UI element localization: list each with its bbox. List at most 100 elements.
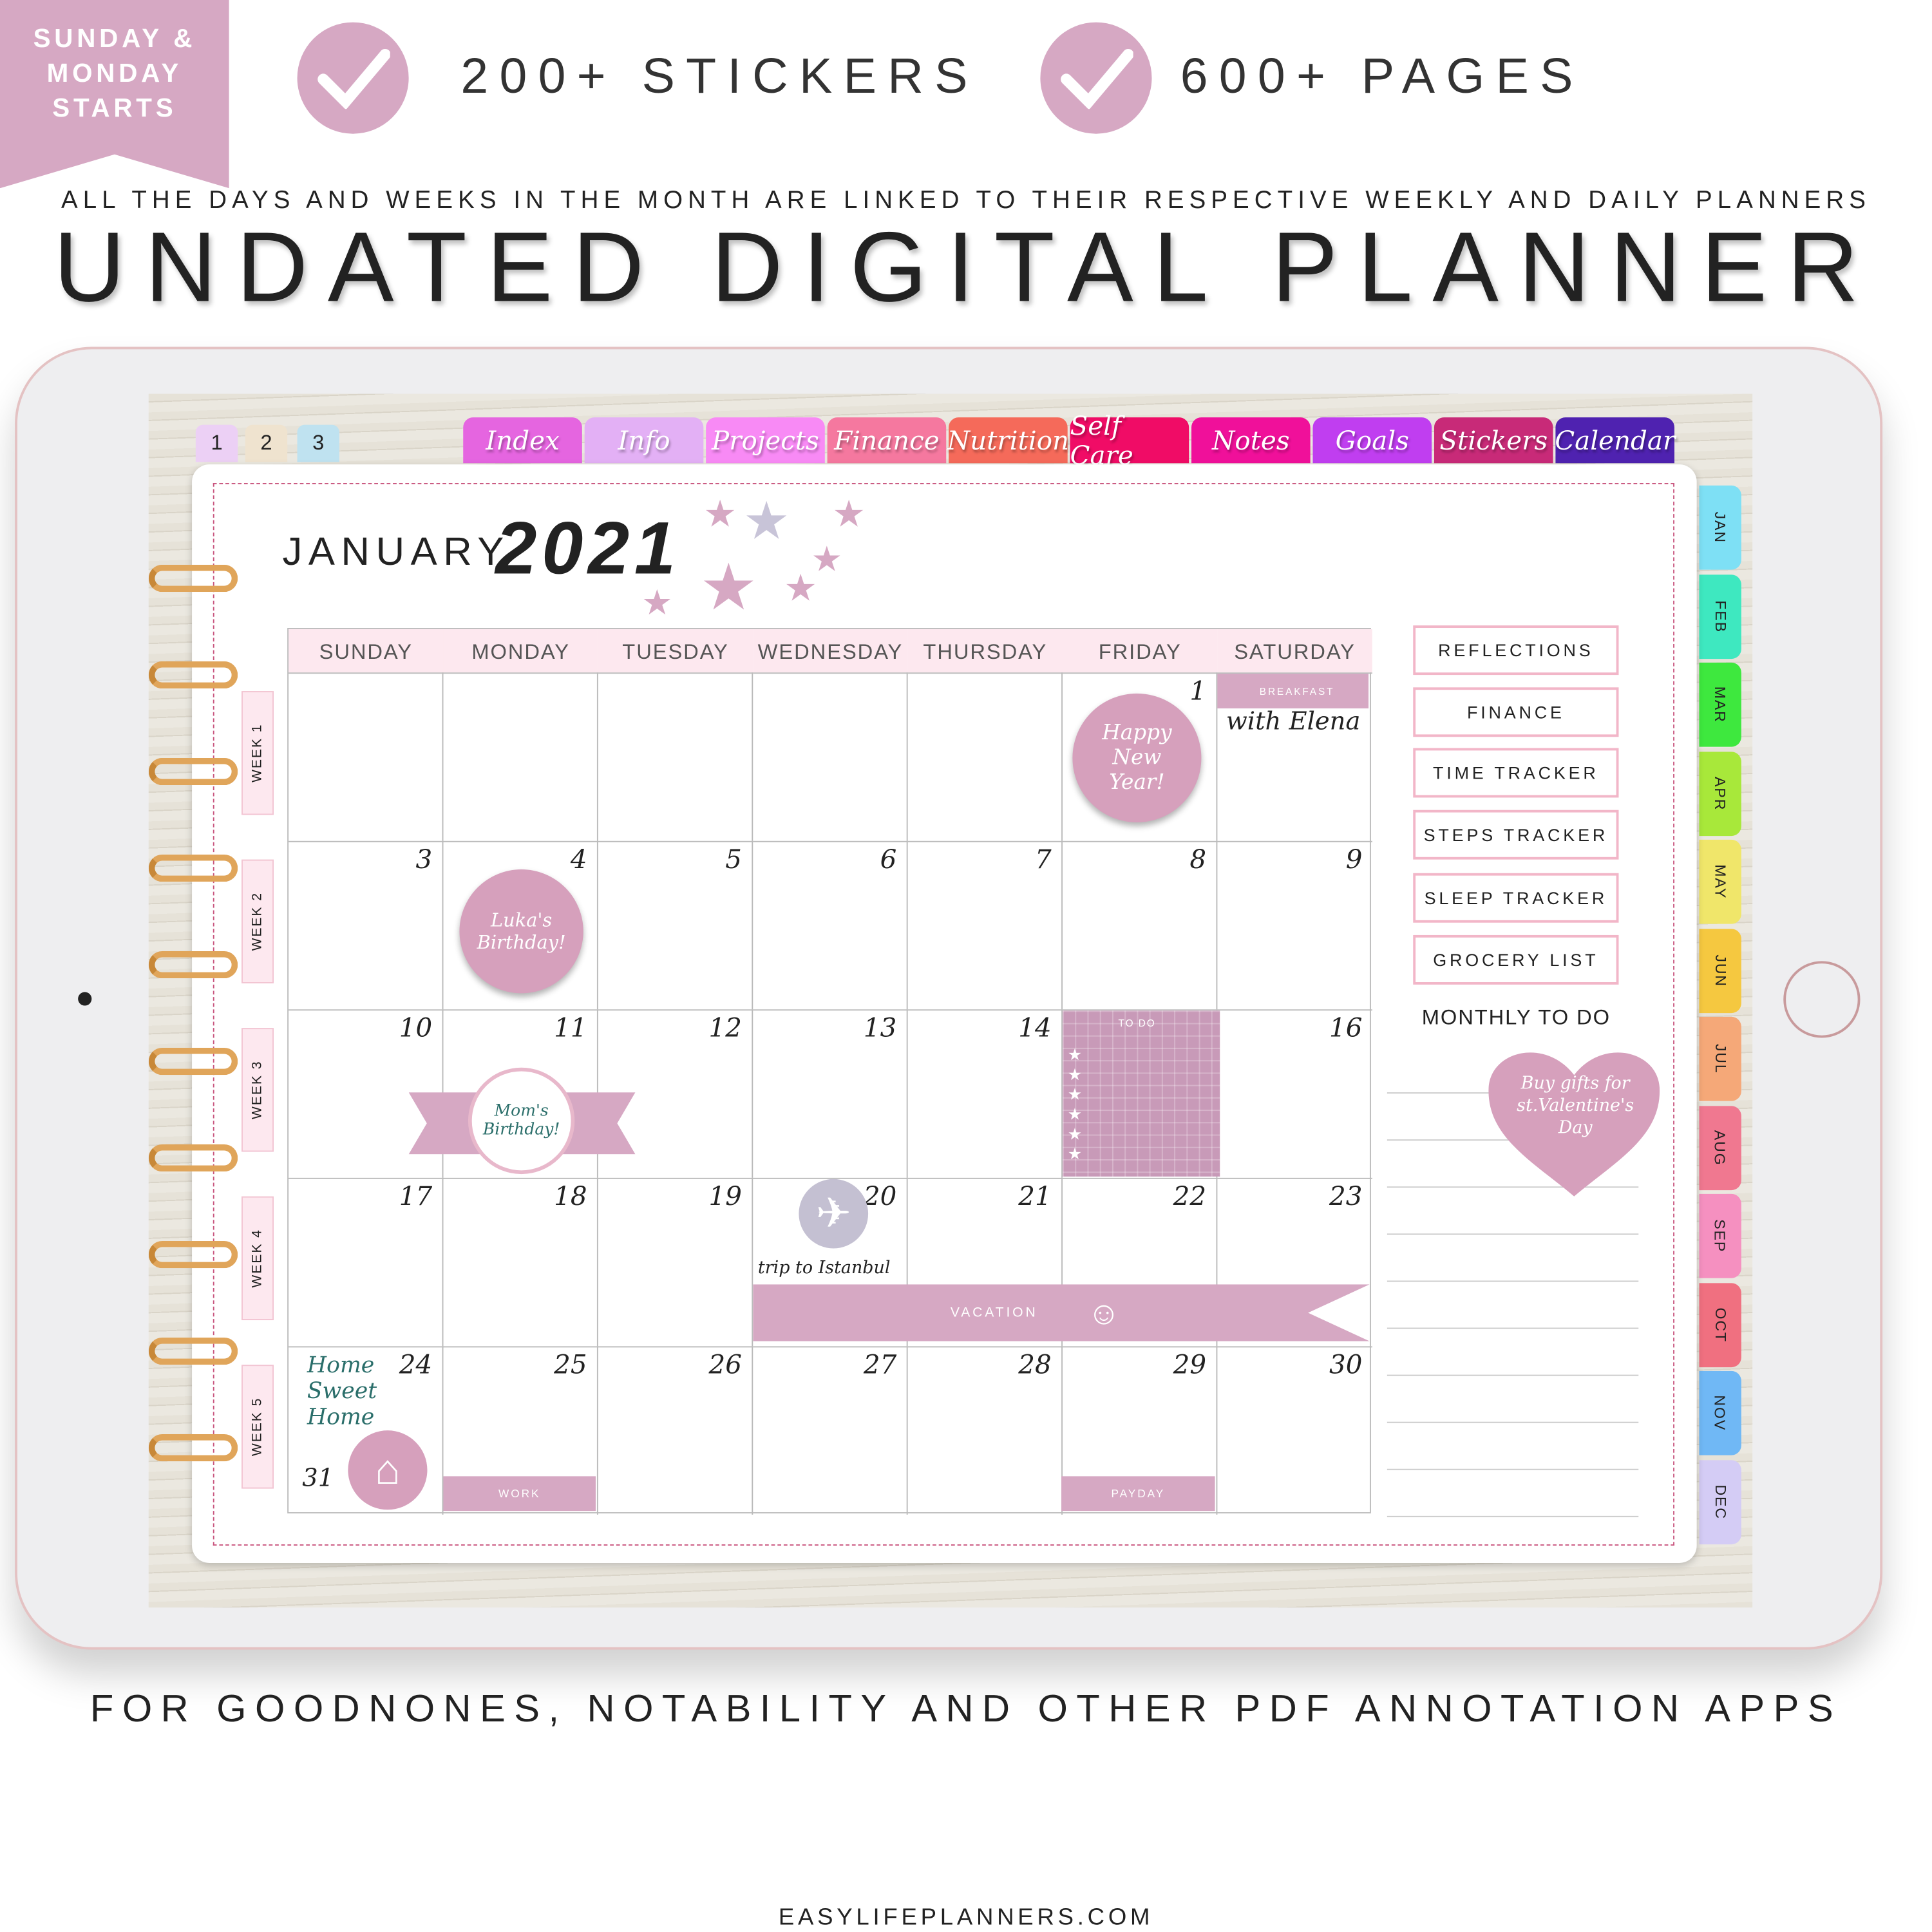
link-grocery-list[interactable]: GROCERY LIST [1413, 934, 1619, 985]
airplane-icon[interactable]: ✈ [799, 1179, 869, 1249]
day-cell[interactable]: 26 [598, 1346, 753, 1515]
day-cell[interactable]: 16 [1217, 1009, 1372, 1178]
link-finance[interactable]: FINANCE [1413, 687, 1619, 737]
todo-line[interactable] [1387, 1515, 1639, 1517]
month-tab-label: AUG [1711, 1129, 1729, 1166]
day-31[interactable]: 31 [302, 1463, 334, 1492]
payday-sticker[interactable]: PAYDAY [1061, 1476, 1215, 1511]
day-cell[interactable]: 13 [753, 1009, 908, 1178]
day-cell[interactable] [753, 672, 908, 841]
link-reflections[interactable]: REFLECTIONS [1413, 625, 1619, 676]
day-number: 16 [1329, 1013, 1363, 1043]
month-tab-oct[interactable]: OCT [1699, 1282, 1741, 1367]
note-with-elena[interactable]: with Elena [1226, 706, 1361, 735]
breakfast-sticker[interactable]: BREAKFAST [1217, 674, 1369, 709]
home-note[interactable]: Home Sweet Home [307, 1352, 394, 1430]
binder-ring [148, 854, 238, 882]
day-cell[interactable] [598, 672, 753, 841]
feature-pages: 600+ PAGES [1180, 49, 1584, 104]
tab-finance[interactable]: Finance [827, 417, 947, 464]
tab-self-care[interactable]: Self Care [1070, 411, 1189, 470]
month-tab-apr[interactable]: APR [1699, 751, 1741, 836]
todo-line[interactable] [1387, 1374, 1639, 1376]
day-cell[interactable]: 27 [753, 1346, 908, 1515]
week-label: WEEK 5 [250, 1397, 265, 1457]
camera-icon [78, 992, 92, 1006]
number-tab-1[interactable]: 1 [195, 424, 238, 462]
day-cell[interactable]: 8 [1063, 840, 1218, 1010]
day-cell[interactable]: 7 [907, 840, 1063, 1010]
week-link-5[interactable]: WEEK 5 [242, 1365, 274, 1489]
home-button[interactable] [1783, 961, 1861, 1038]
day-cell[interactable]: 19 [598, 1177, 753, 1347]
tab-projects[interactable]: Projects [706, 417, 825, 464]
month-tab-may[interactable]: MAY [1699, 839, 1741, 924]
trip-note[interactable]: trip to Istanbul [758, 1258, 891, 1278]
link-sleep-tracker[interactable]: SLEEP TRACKER [1413, 873, 1619, 923]
month-tab-jan[interactable]: JAN [1699, 485, 1741, 570]
weekday-header: FRIDAY [1063, 629, 1218, 673]
tab-goals[interactable]: Goals [1312, 417, 1432, 464]
day-cell[interactable]: 3 [289, 840, 444, 1010]
link-time-tracker[interactable]: TIME TRACKER [1413, 748, 1619, 798]
star-icon: ★ [641, 583, 673, 622]
todo-sticker[interactable]: TO DO ★ ★ ★ ★ ★ ★ [1063, 1010, 1220, 1177]
tab-notes[interactable]: Notes [1191, 417, 1311, 464]
day-cell[interactable]: 14 [907, 1009, 1063, 1178]
day-cell[interactable]: 30 [1217, 1346, 1372, 1515]
day-cell[interactable]: 9 [1217, 840, 1372, 1010]
number-tab-3[interactable]: 3 [297, 424, 339, 462]
heart-sticker[interactable]: Buy gifts for st.Valentine's Day [1484, 1038, 1665, 1199]
day-cell[interactable]: 18 [443, 1177, 598, 1347]
week-link-3[interactable]: WEEK 3 [242, 1028, 274, 1152]
month-tab-jun[interactable]: JUN [1699, 928, 1741, 1013]
tab-info[interactable]: Info [584, 417, 704, 464]
month-tab-label: MAY [1711, 864, 1729, 900]
todo-line[interactable] [1387, 1421, 1639, 1423]
month-title: JANUARY [282, 529, 510, 574]
luka-birthday-sticker[interactable]: Luka's Birthday! [459, 869, 583, 994]
day-cell[interactable]: 5 [598, 840, 753, 1010]
day-number: 25 [554, 1350, 587, 1380]
week-link-1[interactable]: WEEK 1 [242, 691, 274, 815]
website-link[interactable]: EASYLIFEPLANNERS.COM [0, 1905, 1932, 1932]
footer-text: FOR GOODNONES, NOTABILITY AND OTHER PDF … [90, 1687, 1842, 1730]
star-icon: ★ [703, 494, 737, 535]
day-number: 24 [399, 1350, 433, 1380]
day-cell[interactable] [443, 672, 598, 841]
mom-birthday-sticker[interactable]: Mom's Birthday! [468, 1067, 575, 1175]
smiley-icon: ☺ [1087, 1293, 1123, 1331]
new-year-sticker[interactable]: Happy New Year! [1072, 693, 1202, 822]
week-link-4[interactable]: WEEK 4 [242, 1196, 274, 1321]
day-cell[interactable]: 17 [289, 1177, 444, 1347]
binder-ring [148, 564, 238, 592]
month-tab-aug[interactable]: AUG [1699, 1105, 1741, 1190]
month-tab-feb[interactable]: FEB [1699, 574, 1741, 659]
month-tab-jul[interactable]: JUL [1699, 1016, 1741, 1101]
number-tab-2[interactable]: 2 [245, 424, 288, 462]
tab-index[interactable]: Index [463, 417, 582, 464]
todo-line[interactable] [1387, 1233, 1639, 1235]
day-cell[interactable] [907, 672, 1063, 841]
weekday-header: WEDNESDAY [753, 629, 908, 673]
week-link-2[interactable]: WEEK 2 [242, 859, 274, 983]
link-steps-tracker[interactable]: STEPS TRACKER [1413, 810, 1619, 860]
todo-line[interactable] [1387, 1280, 1639, 1282]
day-cell[interactable] [289, 672, 444, 841]
todo-line[interactable] [1387, 1468, 1639, 1470]
month-tab-nov[interactable]: NOV [1699, 1370, 1741, 1455]
house-icon[interactable]: ⌂ [348, 1430, 428, 1510]
month-tab-mar[interactable]: MAR [1699, 662, 1741, 747]
tab-nutrition[interactable]: Nutrition [947, 417, 1069, 464]
work-sticker[interactable]: WORK [443, 1476, 596, 1511]
tab-calendar[interactable]: Calendar [1555, 417, 1675, 464]
tab-stickers[interactable]: Stickers [1434, 417, 1553, 464]
todo-line[interactable] [1387, 1327, 1639, 1329]
weekday-header: THURSDAY [907, 629, 1063, 673]
vacation-banner[interactable]: VACATION ☺ [753, 1284, 1370, 1341]
month-tab-dec[interactable]: DEC [1699, 1459, 1741, 1544]
day-number: 10 [399, 1013, 433, 1043]
day-cell[interactable]: 28 [907, 1346, 1063, 1515]
day-cell[interactable]: 6 [753, 840, 908, 1010]
month-tab-sep[interactable]: SEP [1699, 1193, 1741, 1278]
